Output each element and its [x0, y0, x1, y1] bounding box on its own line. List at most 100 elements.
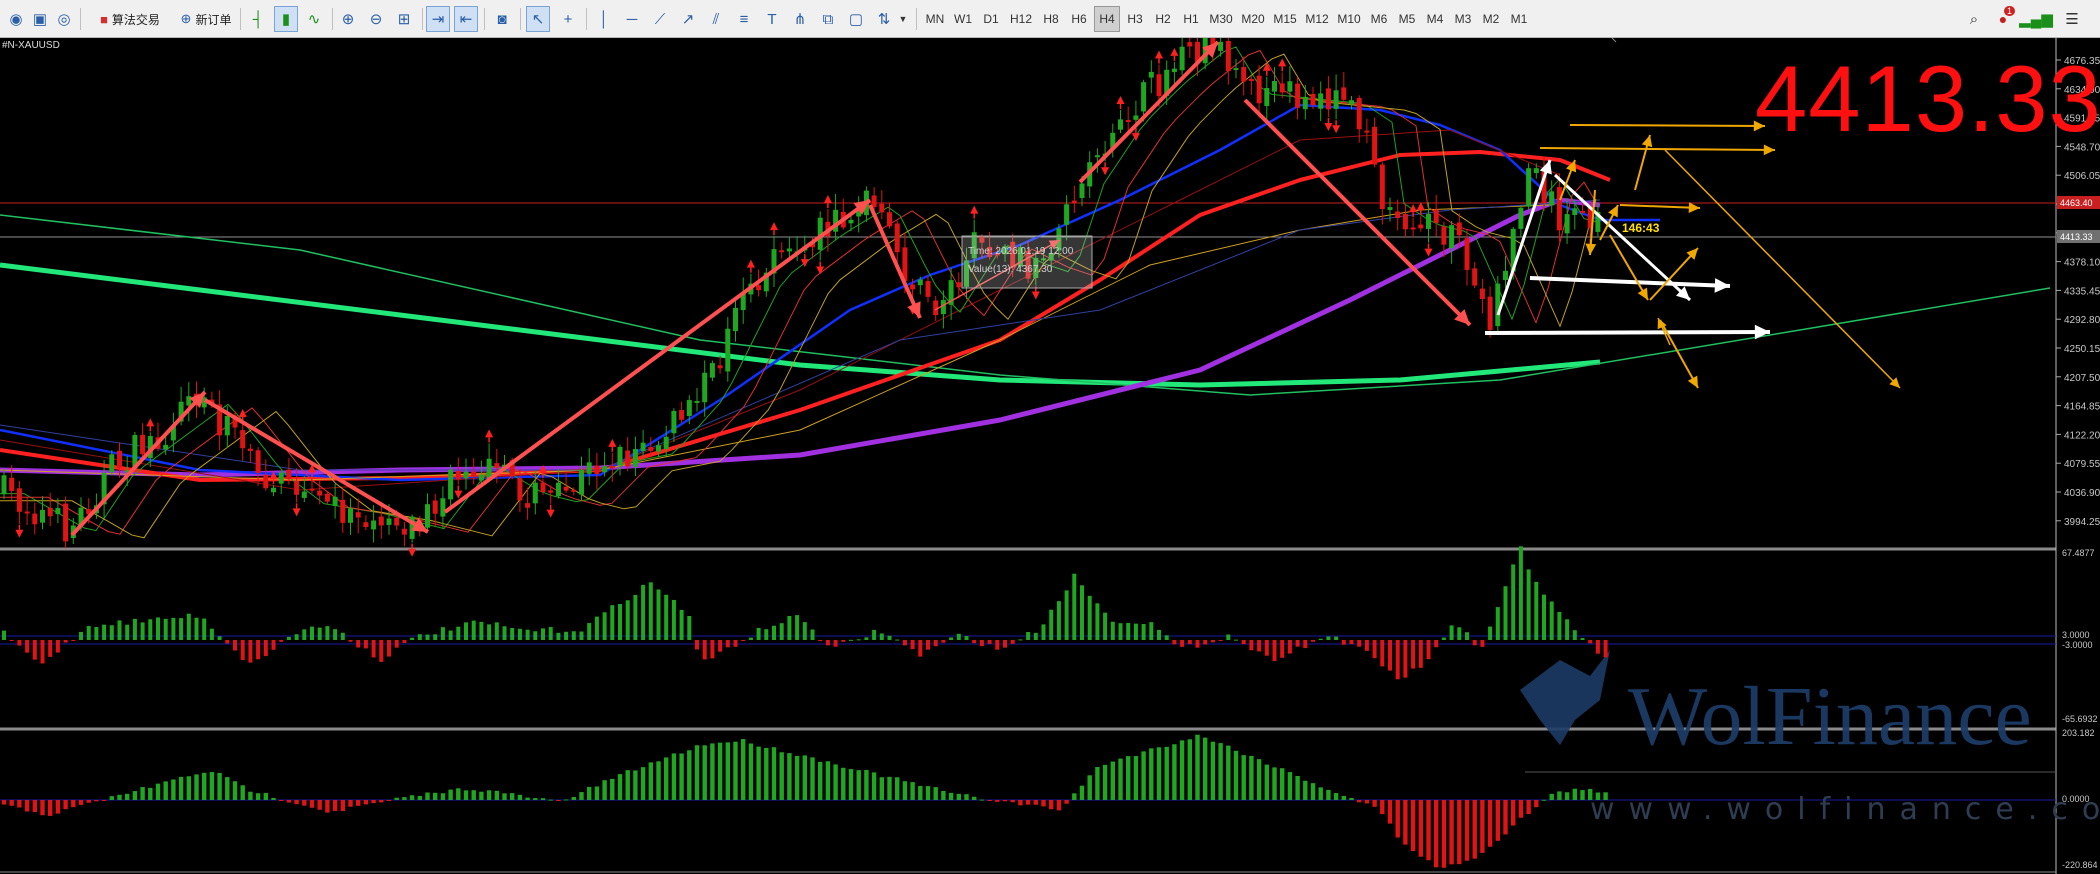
- ind2-bar: [371, 800, 376, 804]
- signal-strength-icon[interactable]: ▂▄▆: [2019, 6, 2053, 32]
- timeframe-m15[interactable]: M15: [1270, 6, 1300, 32]
- candle-body: [725, 328, 731, 372]
- horizontal-line-icon[interactable]: ─: [620, 6, 644, 32]
- ind1-bar: [1164, 635, 1169, 640]
- timeframe-h12[interactable]: H12: [1006, 6, 1036, 32]
- timeframe-m20[interactable]: M20: [1238, 6, 1268, 32]
- timeframe-h4[interactable]: H4: [1094, 6, 1120, 32]
- timeframe-m4[interactable]: M4: [1422, 6, 1448, 32]
- candle-body: [594, 465, 600, 474]
- ind1-bar: [741, 640, 746, 641]
- ind2-bar: [548, 799, 553, 801]
- ind2-bar: [779, 752, 784, 800]
- timeframe-h2[interactable]: H2: [1150, 6, 1176, 32]
- projection-arrow-orange-shaft: [1619, 204, 1701, 209]
- new-chart-icon[interactable]: ▣: [28, 6, 52, 32]
- channel-icon[interactable]: ⫽: [704, 6, 728, 32]
- timeframe-d1[interactable]: D1: [978, 6, 1004, 32]
- ind2-bar: [1102, 764, 1108, 800]
- trendline-icon[interactable]: ⟋: [648, 6, 672, 32]
- ind1-bar: [1434, 640, 1439, 648]
- vertical-line-icon[interactable]: │: [592, 6, 616, 32]
- shapes-icon[interactable]: ⧉: [816, 6, 840, 32]
- fractal-up-arrow: [823, 195, 832, 204]
- timeframe-h1[interactable]: H1: [1178, 6, 1204, 32]
- tile-windows-icon[interactable]: ⊞: [392, 6, 416, 32]
- ind1-bar: [1495, 607, 1500, 640]
- algo-trading-icon: ■: [100, 11, 108, 27]
- candle-body: [1156, 74, 1162, 97]
- timeframe-m12[interactable]: M12: [1302, 6, 1332, 32]
- ma-green-long: [0, 262, 1601, 388]
- candlestick-chart-icon[interactable]: ▮: [274, 6, 298, 32]
- ind2-bar: [9, 800, 14, 806]
- timeframe-m2[interactable]: M2: [1478, 6, 1504, 32]
- auto-scroll-icon[interactable]: ⇥: [426, 6, 450, 32]
- algo-trading-button[interactable]: ■ 算法交易: [86, 6, 174, 32]
- new-order-button[interactable]: ⊕ 新订单: [176, 6, 236, 32]
- ind2-axis-label: 203.182: [2062, 728, 2095, 738]
- ind2-bar: [1518, 800, 1524, 818]
- candle-body: [1225, 40, 1231, 72]
- ind1-bar: [1234, 639, 1238, 641]
- menu-icon[interactable]: ☰: [2060, 6, 2084, 32]
- ind1-bar: [209, 628, 214, 640]
- candle-body: [117, 450, 122, 468]
- pitchfork-icon[interactable]: ⋔: [788, 6, 812, 32]
- timeframe-m1[interactable]: M1: [1506, 6, 1532, 32]
- ind1-bar: [163, 618, 168, 640]
- notifications-button[interactable]: ● 1: [1990, 6, 2016, 32]
- chart-shift-icon[interactable]: ⇤: [454, 6, 478, 32]
- timeframe-h6[interactable]: H6: [1066, 6, 1092, 32]
- bar-chart-icon[interactable]: ┤: [246, 6, 270, 32]
- more-tools-dropdown-icon[interactable]: ▼: [896, 6, 910, 32]
- ind1-bar: [86, 626, 91, 640]
- cursor-icon[interactable]: ↖: [526, 6, 550, 32]
- ind2-bar: [810, 757, 815, 800]
- candle-body: [571, 489, 577, 492]
- history-icon[interactable]: ◎: [52, 6, 76, 32]
- timeframe-w1[interactable]: W1: [950, 6, 976, 32]
- ind1-bar: [1295, 640, 1300, 647]
- arrows-icon[interactable]: ⇅: [872, 6, 896, 32]
- line-chart-icon[interactable]: ∿: [302, 6, 326, 32]
- ind1-bar: [333, 629, 338, 640]
- fibonacci-icon[interactable]: ≡: [732, 6, 756, 32]
- ind1-bar: [48, 640, 53, 657]
- zoom-in-icon[interactable]: ⊕: [336, 6, 360, 32]
- timeframe-m3[interactable]: M3: [1450, 6, 1476, 32]
- candle-body: [1287, 81, 1293, 92]
- fractal-up-arrow: [146, 418, 155, 427]
- timeframe-h3[interactable]: H3: [1122, 6, 1148, 32]
- ind1-bar: [279, 640, 284, 642]
- crosshair-icon[interactable]: +: [556, 6, 580, 32]
- ind1-bar: [856, 639, 861, 641]
- candle-body: [1387, 207, 1393, 210]
- candle-body: [848, 219, 854, 224]
- zoom-out-icon[interactable]: ⊖: [364, 6, 388, 32]
- ind1-bar: [387, 640, 391, 657]
- ind1-bar: [1172, 640, 1177, 645]
- candle-body: [894, 223, 900, 253]
- tick-chart-icon[interactable]: ◉: [4, 6, 28, 32]
- timeframe-mn[interactable]: MN: [922, 6, 948, 32]
- timeframe-m5[interactable]: M5: [1394, 6, 1420, 32]
- ind1-bar: [425, 634, 430, 640]
- rectangle-icon[interactable]: ▢: [844, 6, 868, 32]
- timeframe-h8[interactable]: H8: [1038, 6, 1064, 32]
- screenshot-icon[interactable]: ◙: [490, 6, 514, 32]
- text-icon[interactable]: T: [760, 6, 784, 32]
- ray-icon[interactable]: ↗: [676, 6, 700, 32]
- candle-body: [340, 499, 346, 523]
- timeframe-m30[interactable]: M30: [1206, 6, 1236, 32]
- ind1-bar: [471, 620, 476, 640]
- search-icon[interactable]: ⌕: [1962, 6, 1986, 32]
- ind2-bar: [279, 800, 284, 801]
- price-tick-label: 4292.80: [2064, 315, 2100, 326]
- timeframe-m10[interactable]: M10: [1334, 6, 1364, 32]
- ind2-bar: [1256, 759, 1262, 800]
- timeframe-m6[interactable]: M6: [1366, 6, 1392, 32]
- ind2-bar: [48, 800, 53, 816]
- ind2-bar: [1287, 772, 1293, 800]
- fractal-down-arrow: [1101, 167, 1110, 176]
